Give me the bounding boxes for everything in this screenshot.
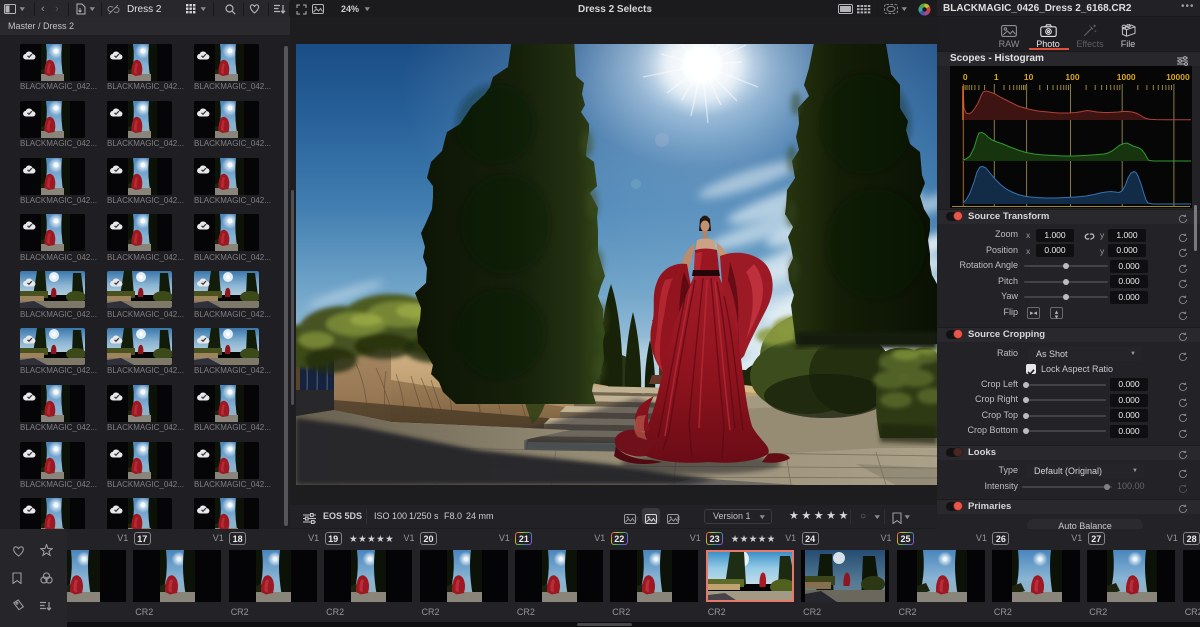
svg-text:0: 0 [963, 72, 968, 82]
svg-text:1: 1 [994, 72, 999, 82]
svg-text:10000: 10000 [1166, 72, 1190, 82]
svg-text:100: 100 [1065, 72, 1079, 82]
svg-text:1000: 1000 [1117, 72, 1136, 82]
svg-text:10: 10 [1024, 72, 1034, 82]
